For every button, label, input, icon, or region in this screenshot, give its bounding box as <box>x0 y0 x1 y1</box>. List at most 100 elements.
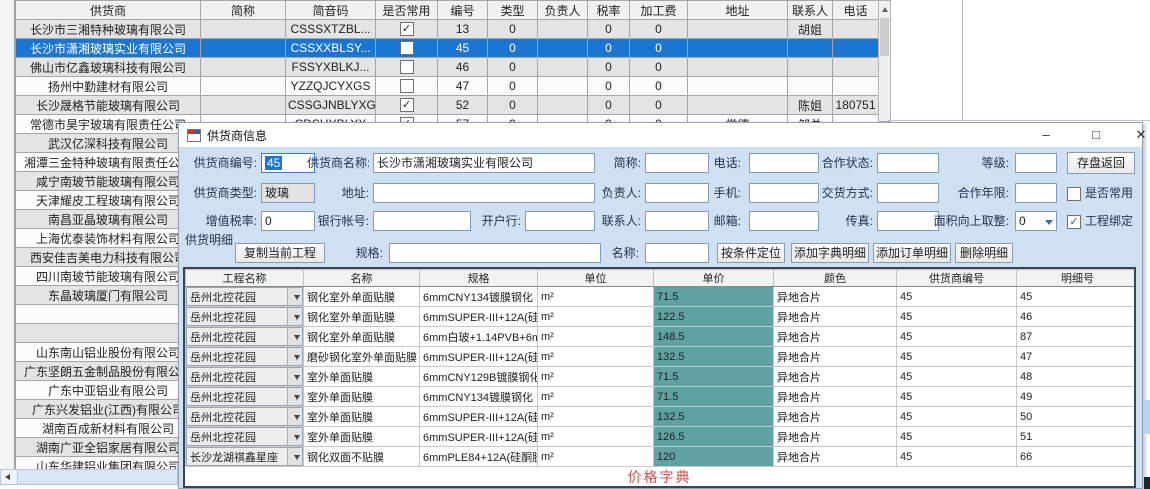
detail-cell[interactable]: 异地合片 <box>774 307 897 327</box>
detail-row[interactable]: 岳州北控花园室外单面贴膜6mmCNY134镀膜钢化m²71.5异地合片4549 <box>186 387 1137 407</box>
detail-cell[interactable]: 120 <box>654 447 774 467</box>
supplier-cell[interactable]: 四川南玻节能玻璃有限公司 <box>16 267 201 286</box>
supplier-cell[interactable] <box>833 20 879 39</box>
project-bind-checkbox[interactable]: 工程绑定 <box>1067 211 1133 231</box>
detail-cell[interactable]: 132.5 <box>654 407 774 427</box>
scrollbar-thumb[interactable] <box>880 18 889 56</box>
supplier-column-header[interactable]: 是否常用 <box>376 1 438 20</box>
supplier-column-header[interactable]: 联系人 <box>788 1 833 20</box>
detail-cell[interactable]: 异地合片 <box>774 367 897 387</box>
name-filter-input[interactable] <box>645 243 709 263</box>
delete-detail-button[interactable]: 删除明细 <box>955 243 1013 263</box>
combo-dropdown-button[interactable] <box>287 288 302 305</box>
supplier-cell[interactable] <box>201 58 286 77</box>
supplier-cell[interactable]: 180751 <box>833 96 879 115</box>
supplier-cell[interactable] <box>201 96 286 115</box>
project-name-combo[interactable]: 岳州北控花园 <box>186 407 304 427</box>
supplier-cell[interactable]: 长沙晟格节能玻璃有限公司 <box>16 96 201 115</box>
detail-cell[interactable]: 钢化双面不贴膜 <box>304 447 420 467</box>
combo-dropdown-button[interactable] <box>287 308 302 325</box>
detail-cell[interactable]: 45 <box>897 307 1017 327</box>
detail-cell[interactable]: m² <box>538 427 654 447</box>
supplier-name-input[interactable]: 长沙市潇湘玻璃实业有限公司 <box>373 153 595 173</box>
email-input[interactable] <box>749 211 819 231</box>
project-name-combo[interactable]: 岳州北控花园 <box>186 307 304 327</box>
supplier-column-header[interactable]: 电话 <box>833 1 879 20</box>
detail-row[interactable]: 岳州北控花园室外单面贴膜6mmSUPER-III+12A(硅...m²126.5… <box>186 427 1137 447</box>
combo-dropdown-button[interactable] <box>287 408 302 425</box>
supplier-cell[interactable]: 湖南百成新材料有限公司 <box>16 419 201 438</box>
unchecked-checkbox-icon[interactable] <box>400 79 414 93</box>
detail-cell[interactable]: 异地合片 <box>774 407 897 427</box>
combo-dropdown-button[interactable] <box>287 328 302 345</box>
supplier-cell[interactable]: 广东中亚铝业有限公司 <box>16 381 201 400</box>
supplier-cell[interactable]: 湘潭三金特种玻璃有限责任公司 <box>16 153 201 172</box>
detail-cell[interactable]: m² <box>538 347 654 367</box>
detail-cell[interactable]: m² <box>538 387 654 407</box>
supplier-cell[interactable]: 0 <box>588 58 630 77</box>
supplier-cell[interactable] <box>688 20 788 39</box>
supplier-cell[interactable]: 0 <box>488 77 538 96</box>
supplier-cell[interactable]: 扬州中勤建材有限公司 <box>16 77 201 96</box>
supplier-cell[interactable]: 13 <box>438 20 488 39</box>
detail-cell[interactable]: 51 <box>1017 427 1137 447</box>
detail-cell[interactable]: 45 <box>897 347 1017 367</box>
detail-cell[interactable]: 126.5 <box>654 427 774 447</box>
locate-by-condition-button[interactable]: 按条件定位 <box>717 243 785 263</box>
supplier-cell[interactable] <box>201 39 286 58</box>
detail-cell[interactable]: 122.5 <box>654 307 774 327</box>
supplier-cell[interactable]: 武汉亿深科技有限公司 <box>16 134 201 153</box>
address-input[interactable] <box>373 183 595 203</box>
supplier-cell[interactable]: FSSYXBLKJ... <box>286 58 376 77</box>
bank-input[interactable] <box>525 211 595 231</box>
supplier-cell[interactable] <box>833 39 879 58</box>
supplier-cell[interactable]: 广东坚朗五金制品股份有限公司 <box>16 362 201 381</box>
detail-cell[interactable]: 45 <box>897 287 1017 307</box>
add-order-detail-button[interactable]: 添加订单明细 <box>873 243 951 263</box>
detail-row[interactable]: 岳州北控花园钢化室外单面贴膜6mmCNY134镀膜钢化m²71.5异地合片454… <box>186 287 1137 307</box>
supplier-cell[interactable]: 湖南广亚全铝家居有限公司 <box>16 438 201 457</box>
supplier-cell[interactable]: 陈姐 <box>788 96 833 115</box>
detail-cell[interactable]: 6mmCNY134镀膜钢化 <box>420 387 538 407</box>
detail-column-header[interactable]: 供货商编号 <box>897 270 1017 287</box>
coop-years-input[interactable] <box>1015 183 1057 203</box>
common-use-checkbox[interactable]: 是否常用 <box>1067 183 1133 203</box>
detail-cell[interactable]: 6mm白玻+1.14PVB+6mm... <box>420 327 538 347</box>
supplier-cell[interactable]: 0 <box>488 96 538 115</box>
supplier-row[interactable]: 长沙晟格节能玻璃有限公司CSSGJNBLYXGS52000陈姐180751 <box>16 96 879 115</box>
combo-dropdown-button[interactable] <box>287 388 302 405</box>
supplier-column-header[interactable]: 加工费 <box>630 1 688 20</box>
add-dict-detail-button[interactable]: 添加字典明细 <box>791 243 869 263</box>
supplier-cell[interactable] <box>538 20 588 39</box>
horizontal-scrollbar[interactable] <box>0 469 178 485</box>
detail-row[interactable]: 岳州北控花园室外单面贴膜6mmCNY129B镀膜钢化m²71.5异地合片4548 <box>186 367 1137 387</box>
supplier-column-header[interactable]: 编号 <box>438 1 488 20</box>
supplier-cell[interactable]: 0 <box>630 96 688 115</box>
common-use-cell[interactable] <box>376 20 438 39</box>
detail-cell[interactable]: 71.5 <box>654 387 774 407</box>
supplier-column-header[interactable]: 类型 <box>488 1 538 20</box>
detail-cell[interactable]: m² <box>538 447 654 467</box>
detail-column-header[interactable]: 单价 <box>654 270 774 287</box>
supplier-column-header[interactable]: 简音码 <box>286 1 376 20</box>
supplier-cell[interactable]: 0 <box>488 20 538 39</box>
detail-cell[interactable]: 6mmSUPER-III+12A(硅... <box>420 427 538 447</box>
supplier-cell[interactable]: YZZQJCYXGS <box>286 77 376 96</box>
detail-cell[interactable]: 45 <box>897 407 1017 427</box>
supplier-cell[interactable]: 0 <box>588 20 630 39</box>
detail-cell[interactable]: 钢化室外单面贴膜 <box>304 327 420 347</box>
detail-cell[interactable]: 异地合片 <box>774 387 897 407</box>
combo-dropdown-button[interactable] <box>287 448 302 465</box>
project-name-combo[interactable]: 岳州北控花园 <box>186 347 304 367</box>
supplier-cell[interactable] <box>833 58 879 77</box>
detail-column-header[interactable]: 规格 <box>420 270 538 287</box>
detail-cell[interactable]: 71.5 <box>654 287 774 307</box>
common-use-cell[interactable] <box>376 58 438 77</box>
supplier-row[interactable]: 扬州中勤建材有限公司YZZQJCYXGS47000 <box>16 77 879 96</box>
supplier-cell[interactable]: 47 <box>438 77 488 96</box>
supplier-cell[interactable]: 长沙市潇湘玻璃实业有限公司 <box>16 39 201 58</box>
detail-cell[interactable]: 6mmCNY134镀膜钢化 <box>420 287 538 307</box>
supplier-column-header[interactable]: 税率 <box>588 1 630 20</box>
common-use-cell[interactable] <box>376 77 438 96</box>
detail-cell[interactable]: 异地合片 <box>774 427 897 447</box>
